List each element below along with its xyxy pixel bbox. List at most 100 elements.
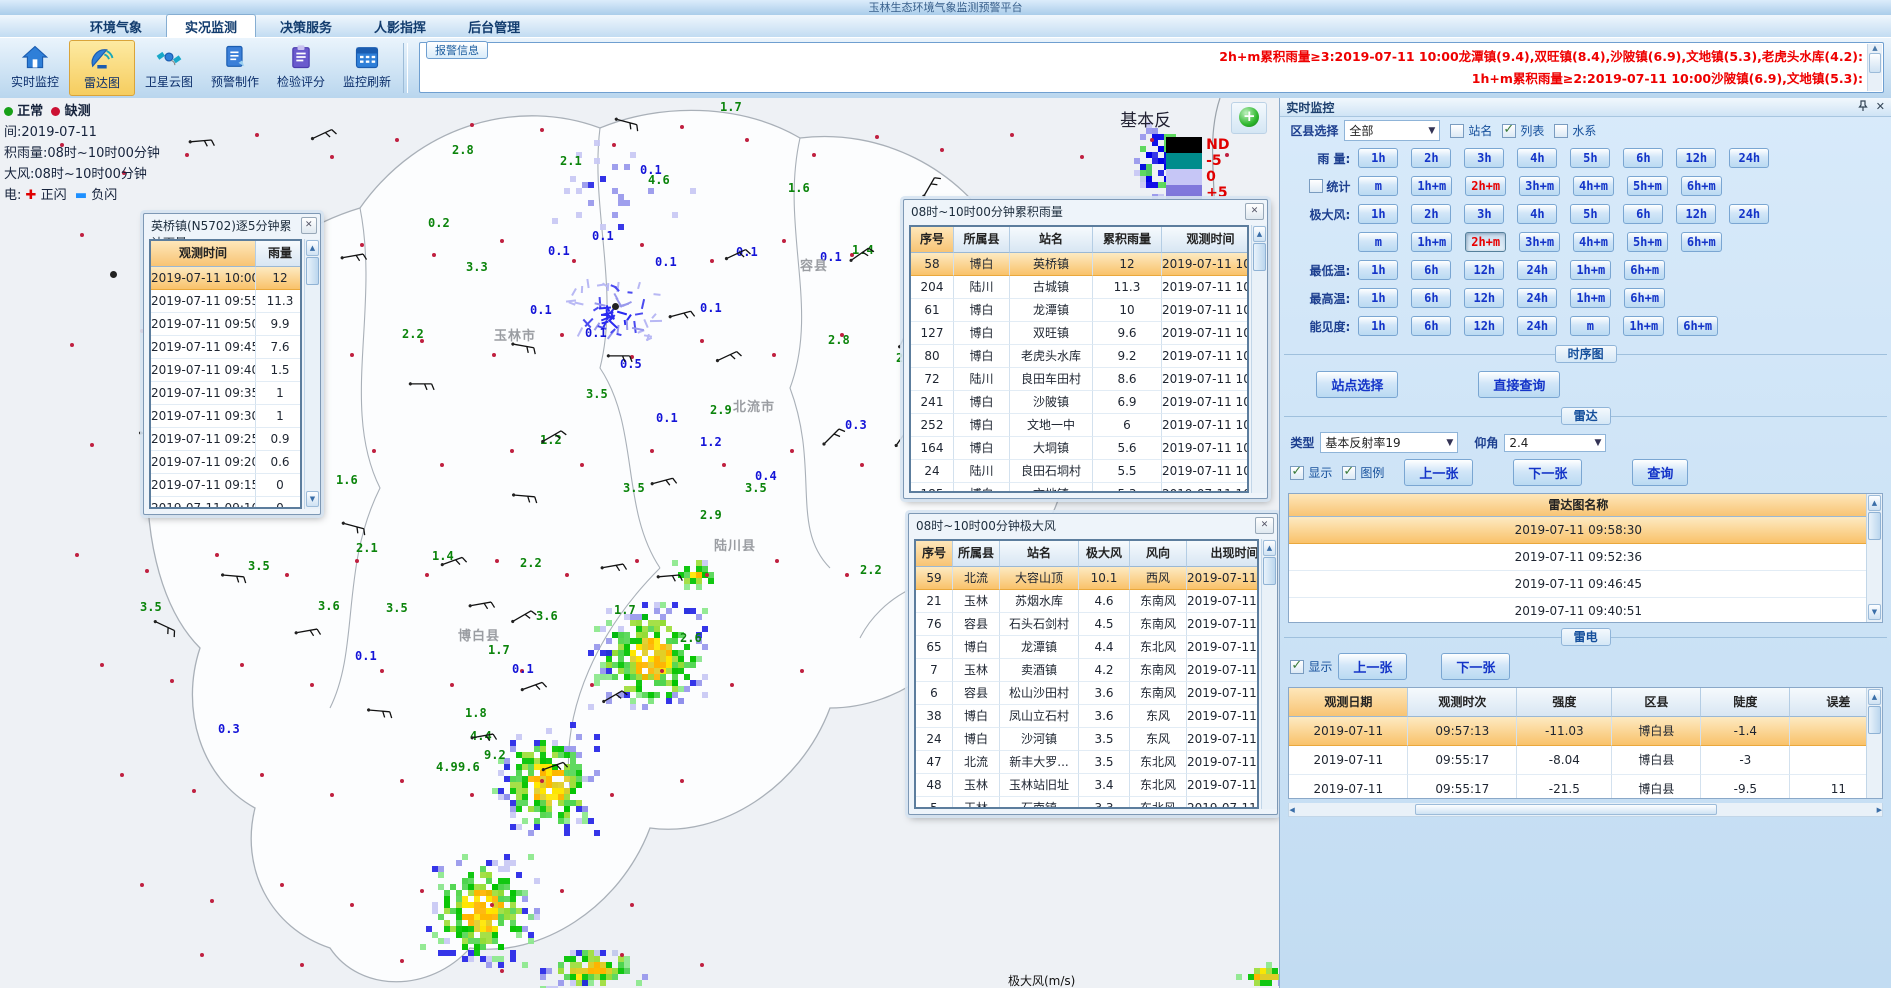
station-dot[interactable] xyxy=(330,793,334,797)
pin-icon[interactable] xyxy=(1858,100,1868,115)
stat-checkbox[interactable] xyxy=(1309,179,1323,193)
tmin-6hpm-button[interactable]: 6h+m xyxy=(1624,260,1665,280)
station-dot[interactable] xyxy=(420,889,424,893)
station-dot[interactable] xyxy=(572,259,576,263)
station-dot[interactable] xyxy=(640,243,644,247)
column-header[interactable]: 站名 xyxy=(1000,541,1079,567)
table-row[interactable]: 24博白沙河镇3.5东风2019-07-11 09:46 xyxy=(916,728,1257,751)
close-icon[interactable]: ✕ xyxy=(1876,100,1885,115)
station-dot[interactable] xyxy=(490,903,494,907)
table-row[interactable]: 2019-07-11 09:301 xyxy=(151,405,300,428)
column-header[interactable]: 所属县 xyxy=(954,227,1010,253)
tmin-6h-button[interactable]: 6h xyxy=(1411,260,1451,280)
close-icon[interactable]: ✕ xyxy=(1245,203,1264,220)
table-row[interactable]: 2019-07-1109:55:17-21.5博白县-9.511 xyxy=(1289,775,1882,799)
table-row[interactable]: 65博白龙潭镇4.4东北风2019-07-11 08:34 xyxy=(916,636,1257,659)
table-row[interactable]: 72陆川良田车田村8.62019-07-11 10:00 xyxy=(911,368,1247,391)
table-row[interactable]: 204陆川古城镇11.32019-07-11 10:00 xyxy=(911,276,1247,299)
menu-tab-decision[interactable]: 决策服务 xyxy=(262,15,350,37)
rain-4h-button[interactable]: 4h xyxy=(1517,148,1557,168)
station-dot[interactable] xyxy=(860,463,864,467)
stat-6hpm-button[interactable]: 6h+m xyxy=(1681,176,1722,196)
station-dot[interactable] xyxy=(565,573,569,577)
station-select-button[interactable]: 站点选择 xyxy=(1316,371,1398,398)
table-row[interactable]: 38博白凤山立石村3.6东风2019-07-11 09:26 xyxy=(916,705,1257,728)
station-dot[interactable] xyxy=(440,463,444,467)
radar-query-button[interactable]: 查询 xyxy=(1632,459,1688,486)
list-checkbox[interactable] xyxy=(1502,124,1516,138)
vis-6h-button[interactable]: 6h xyxy=(1411,316,1451,336)
station-dot[interactable] xyxy=(705,573,709,577)
station-dot[interactable] xyxy=(185,153,189,157)
table-row[interactable]: 2019-07-11 10:0012 xyxy=(151,267,300,290)
station-dot[interactable] xyxy=(745,138,749,142)
wind-window[interactable]: 08时~10时00分钟极大风 ✕ 序号所属县站名极大风风向出现时间59北流大容山… xyxy=(908,513,1278,815)
table-row[interactable]: 2019-07-11 09:52:36 xyxy=(1289,544,1882,571)
station-dot[interactable] xyxy=(350,903,354,907)
radar-station-dot[interactable] xyxy=(612,303,619,310)
column-header[interactable]: 观测时次 xyxy=(1408,688,1517,717)
station-dot[interactable] xyxy=(492,353,496,357)
station-dot[interactable] xyxy=(70,343,74,347)
lightning-hscrollbar[interactable]: ◀▶ xyxy=(1288,803,1883,817)
verify-score-button[interactable]: 检验评分 xyxy=(269,40,333,96)
rain-6h-button[interactable]: 6h xyxy=(1623,148,1663,168)
column-header[interactable]: 出现时间 xyxy=(1187,541,1259,567)
column-header[interactable]: 观测时间 xyxy=(1162,227,1249,253)
station-dot[interactable] xyxy=(1010,133,1014,137)
table-row[interactable]: 241博白沙陂镇6.92019-07-11 10:00 xyxy=(911,391,1247,414)
radar-show-checkbox[interactable] xyxy=(1290,466,1304,480)
column-header[interactable]: 累积雨量 xyxy=(1093,227,1162,253)
station-dot[interactable] xyxy=(170,679,174,683)
table-row[interactable]: 2019-07-11 09:46:45 xyxy=(1289,571,1882,598)
wind2-2hpm-button[interactable]: 2h+m xyxy=(1465,232,1506,252)
station-dot[interactable] xyxy=(200,953,204,957)
stat-m-button[interactable]: m xyxy=(1358,176,1398,196)
station-dot[interactable] xyxy=(355,559,359,563)
table-row[interactable]: 2019-07-11 09:100 xyxy=(151,497,300,509)
column-header[interactable]: 站名 xyxy=(1010,227,1093,253)
rain-2h-button[interactable]: 2h xyxy=(1411,148,1451,168)
water-system-checkbox[interactable] xyxy=(1554,124,1568,138)
table-row[interactable]: 185博白文地镇5.32019-07-11 10:00 xyxy=(911,483,1247,493)
station-dot[interactable] xyxy=(590,683,594,687)
station-dot[interactable] xyxy=(660,669,664,673)
lightning-scrollbar[interactable]: ▲ xyxy=(1866,688,1882,798)
table-row[interactable]: 6容县松山沙田村3.6东南风2019-07-11 09:59 xyxy=(916,682,1257,705)
table-row[interactable]: 2019-07-11 09:200.6 xyxy=(151,451,300,474)
column-header[interactable]: 序号 xyxy=(911,227,954,253)
station-dot[interactable] xyxy=(80,233,84,237)
station-dot[interactable] xyxy=(650,449,654,453)
wind2-1hpm-button[interactable]: 1h+m xyxy=(1411,232,1452,252)
station-dot[interactable] xyxy=(680,779,684,783)
table-row[interactable]: 47北流新丰大罗...3.5东北风2019-07-11 09:12 xyxy=(916,751,1257,774)
warning-make-button[interactable]: 预警制作 xyxy=(203,40,267,96)
station-dot[interactable] xyxy=(500,969,504,973)
close-icon[interactable]: ✕ xyxy=(1255,517,1274,534)
station-dot[interactable] xyxy=(192,789,196,793)
wind-5h-button[interactable]: 5h xyxy=(1570,204,1610,224)
tmax-6hpm-button[interactable]: 6h+m xyxy=(1624,288,1665,308)
table-row[interactable]: 48玉林玉林站旧址3.4东北风2019-07-11 09:09 xyxy=(916,774,1257,797)
wind2-3hpm-button[interactable]: 3h+m xyxy=(1519,232,1560,252)
column-header[interactable]: 风向 xyxy=(1130,541,1187,567)
column-header[interactable]: 强度 xyxy=(1517,688,1612,717)
tmax-24h-button[interactable]: 24h xyxy=(1517,288,1557,308)
station-dot[interactable] xyxy=(845,573,849,577)
station-dot[interactable] xyxy=(1080,155,1084,159)
table-row[interactable]: 2019-07-1109:55:17-8.04博白县-3 xyxy=(1289,746,1882,775)
map-canvas[interactable]: 1.72.82.14.61.60.23.32.11.42.22.83.52.91… xyxy=(0,98,1279,988)
table-row[interactable]: 76容县石头石剑村4.5东南风2019-07-11 08:08 xyxy=(916,613,1257,636)
station-dot[interactable] xyxy=(940,148,944,152)
rain-12h-button[interactable]: 12h xyxy=(1676,148,1716,168)
station-dot[interactable] xyxy=(120,773,124,777)
wind2-5hpm-button[interactable]: 5h+m xyxy=(1627,232,1668,252)
station-dot[interactable] xyxy=(700,339,704,343)
rain-acc-window[interactable]: 08时~10时00分钟累积雨量 ✕ 序号所属县站名累积雨量观测时间58博白英桥镇… xyxy=(903,199,1268,499)
station-dot[interactable] xyxy=(722,463,726,467)
district-select[interactable]: 全部▼ xyxy=(1344,120,1440,141)
table-row[interactable]: 2019-07-11 09:509.9 xyxy=(151,313,300,336)
elevation-select[interactable]: 2.4▼ xyxy=(1504,434,1606,452)
station-dot[interactable] xyxy=(380,669,384,673)
wind-4h-button[interactable]: 4h xyxy=(1517,204,1557,224)
